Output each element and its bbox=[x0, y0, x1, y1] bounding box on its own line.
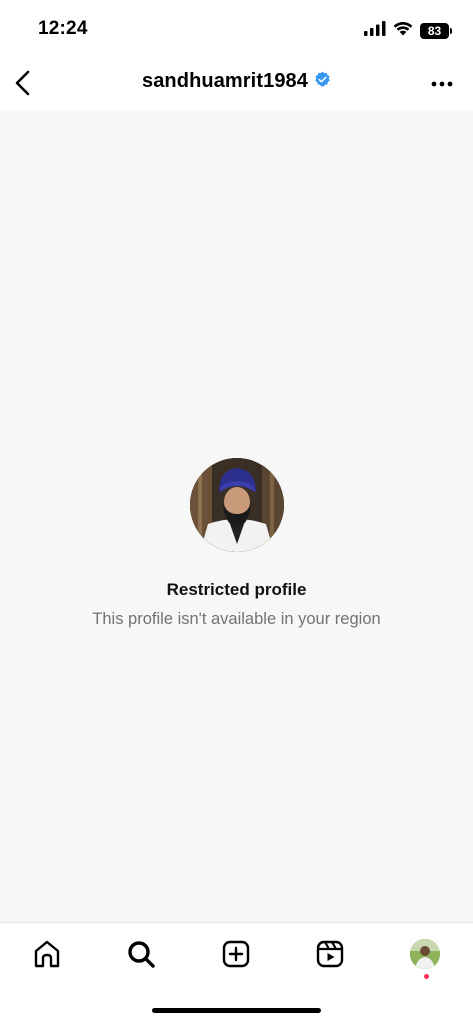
status-time: 12:24 bbox=[38, 18, 88, 39]
username: sandhuamrit1984 bbox=[141, 70, 308, 92]
profile-avatar-small bbox=[410, 939, 440, 969]
status-bar: 12:24 83 bbox=[0, 0, 473, 58]
restricted-notice: Restricted profile This profile isn't av… bbox=[0, 458, 473, 629]
nav-profile[interactable] bbox=[408, 937, 442, 971]
nav-create[interactable] bbox=[219, 937, 253, 971]
reels-icon bbox=[316, 940, 344, 968]
nav-reels[interactable] bbox=[313, 937, 347, 971]
profile-header: sandhuamrit1984 bbox=[0, 58, 473, 110]
signal-icon bbox=[364, 20, 386, 41]
verified-badge-icon bbox=[314, 71, 331, 93]
status-icons: 83 bbox=[364, 20, 452, 41]
home-icon bbox=[34, 940, 60, 968]
restricted-subtitle: This profile isn't available in your reg… bbox=[92, 610, 381, 628]
profile-avatar bbox=[189, 458, 284, 552]
notification-dot bbox=[424, 974, 429, 979]
more-options-button[interactable] bbox=[429, 72, 455, 96]
wifi-icon bbox=[392, 20, 414, 41]
profile-content: Restricted profile This profile isn't av… bbox=[0, 110, 473, 922]
nav-search[interactable] bbox=[124, 937, 158, 971]
home-indicator[interactable] bbox=[152, 1008, 321, 1013]
restricted-title: Restricted profile bbox=[166, 580, 307, 599]
profile-title: sandhuamrit1984 bbox=[0, 70, 473, 93]
create-icon bbox=[222, 940, 250, 968]
search-icon bbox=[128, 941, 155, 968]
battery-icon: 83 bbox=[420, 22, 452, 39]
nav-home[interactable] bbox=[30, 937, 64, 971]
more-horizontal-icon bbox=[431, 81, 453, 87]
